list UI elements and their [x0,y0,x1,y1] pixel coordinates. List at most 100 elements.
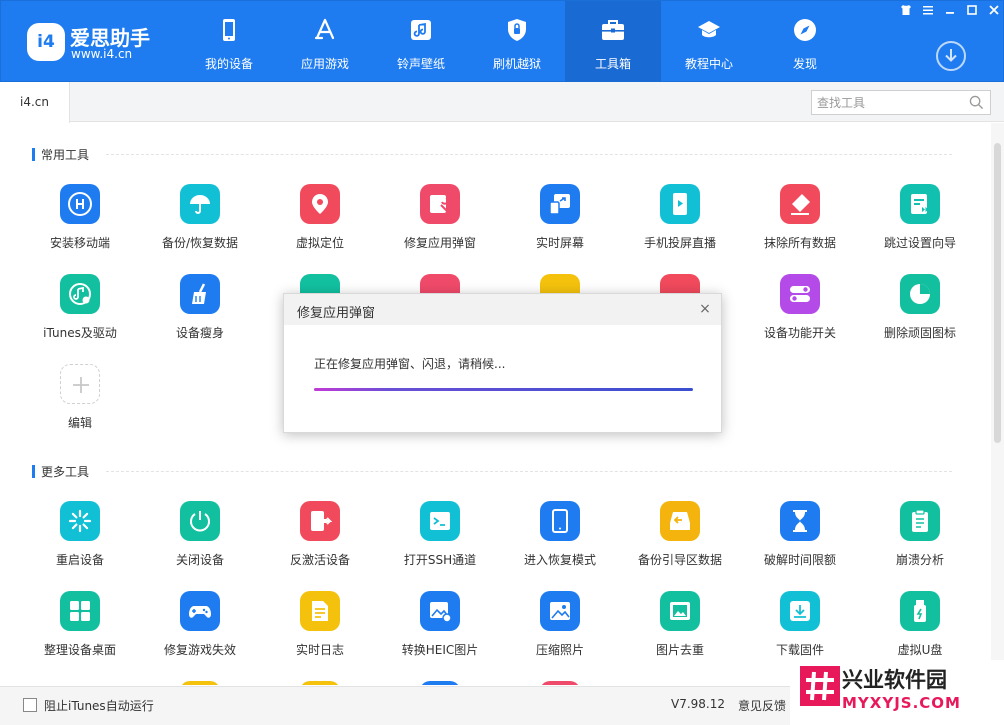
top-bar: i4 爱思助手 www.i4.cn 我的设备 应用游戏 铃声壁纸 刷机越狱 工具… [0,0,1004,83]
tablet-icon [540,501,580,541]
screen-mirror-icon [540,184,580,224]
partial-tool-icon [300,681,340,685]
tool-device-slim[interactable]: 设备瘦身 [140,274,260,354]
minimize-icon[interactable] [941,4,959,18]
shield-icon [508,19,526,41]
tool-label: 删除顽固图标 [883,326,956,340]
tool-crack-time-limit[interactable]: 破解时间限额 [740,501,860,581]
tool-deactivate-device[interactable]: 反激活设备 [260,501,380,581]
feedback-link[interactable]: 意见反馈 [738,697,786,714]
watermark: 兴业软件园 MYXYJS.COM [790,660,1004,725]
location-pin-icon [300,184,340,224]
tool-backup-boot-sector[interactable]: 备份引导区数据 [620,501,740,581]
tool-compress-photos[interactable]: 压缩照片 [500,591,620,671]
tool-edit[interactable]: 编辑 [20,364,140,444]
tool-backup-restore[interactable]: 备份/恢复数据 [140,184,260,264]
tool-erase-all-data[interactable]: 抹除所有数据 [740,184,860,264]
tool-restart-device[interactable]: 重启设备 [20,501,140,581]
window-controls [897,4,1003,18]
tool-delete-stubborn-icons[interactable]: 删除顽固图标 [860,274,980,354]
nav-toolbox[interactable]: 工具箱 [565,1,661,83]
document-icon [300,591,340,631]
wrench-icon [420,184,460,224]
close-icon[interactable]: × [698,302,712,316]
pie-icon [900,274,940,314]
tool-fix-app-popup[interactable]: 修复应用弹窗 [380,184,500,264]
nav-my-device[interactable]: 我的设备 [181,1,277,83]
dialog-header: 修复应用弹窗 × [284,294,721,325]
nav-label: 应用游戏 [300,57,349,71]
umbrella-icon [180,184,220,224]
tool-open-ssh[interactable]: 打开SSH通道 [380,501,500,581]
maximize-icon[interactable] [963,4,981,18]
download-box-icon [780,591,820,631]
tool-label: 图片去重 [655,643,704,657]
terminal-icon [420,501,460,541]
tab-i4cn[interactable]: i4.cn [0,82,70,123]
block-itunes-label[interactable]: 阻止iTunes自动运行 [44,697,154,714]
tool-phone-cast-live[interactable]: 手机投屏直播 [620,184,740,264]
close-icon[interactable] [985,4,1003,18]
nav-apps-games[interactable]: 应用游戏 [277,1,373,83]
tool-live-log[interactable]: 实时日志 [260,591,380,671]
app-store-icon [314,18,335,40]
gamepad-icon [180,591,220,631]
tool-skip-setup-wizard[interactable]: 跳过设置向导 [860,184,980,264]
power-icon [180,501,220,541]
tool-organize-desktop[interactable]: 整理设备桌面 [20,591,140,671]
nav-label: 教程中心 [684,57,733,71]
list-icon[interactable] [919,4,937,18]
tool-label: 设备瘦身 [175,326,224,340]
tool-fix-game[interactable]: 修复游戏失效 [140,591,260,671]
partial-tool-icon [180,681,220,685]
tool-feature-toggles[interactable]: 设备功能开关 [740,274,860,354]
section-divider [106,154,952,155]
tool-itunes-drivers[interactable]: iTunes及驱动 [20,274,140,354]
tool-label: 修复应用弹窗 [403,236,476,250]
tool-shutdown-device[interactable]: 关闭设备 [140,501,260,581]
tool-label: 进入恢复模式 [523,553,596,567]
tool-virtual-location[interactable]: 虚拟定位 [260,184,380,264]
restart-icon [60,501,100,541]
nav-ringtones-wallpapers[interactable]: 铃声壁纸 [373,1,469,83]
scrollbar[interactable] [991,123,1004,685]
progress-fill [314,388,693,391]
download-arrow-icon [945,49,957,62]
tool-crash-analysis[interactable]: 崩溃分析 [860,501,980,581]
nav-label: 刷机越狱 [492,57,541,71]
music-note-icon [411,20,431,40]
tool-download-firmware[interactable]: 下载固件 [740,591,860,671]
tool-image-dedupe[interactable]: 图片去重 [620,591,740,671]
scroll-thumb[interactable] [994,143,1001,443]
search-input[interactable] [812,91,962,114]
tool-label: 重启设备 [55,553,104,567]
tool-recovery-mode[interactable]: 进入恢复模式 [500,501,620,581]
toolbox-icon [602,20,624,40]
watermark-title: 兴业软件园 [842,668,947,692]
tool-install-mobile[interactable]: 安装移动端 [20,184,140,264]
tool-live-screen[interactable]: 实时屏幕 [500,184,620,264]
nav-flash-jailbreak[interactable]: 刷机越狱 [469,1,565,83]
tool-convert-heic[interactable]: 转换HEIC图片 [380,591,500,671]
tool-label: 实时日志 [295,643,344,657]
grid-icon [60,591,100,631]
tool-label: 实时屏幕 [535,236,584,250]
download-button[interactable] [936,41,966,71]
block-itunes-checkbox[interactable] [23,698,37,712]
drive-backup-icon [660,501,700,541]
tool-label: 下载固件 [775,643,824,657]
section-divider [106,471,952,472]
nav-tutorials[interactable]: 教程中心 [661,1,757,83]
tool-label: 备份/恢复数据 [161,236,239,250]
tool-label: 压缩照片 [535,643,584,657]
nav-discover[interactable]: 发现 [757,1,853,83]
nav-label: 工具箱 [594,57,631,71]
search-icon[interactable] [969,95,984,110]
tool-virtual-usb[interactable]: 虚拟U盘 [860,591,980,671]
partial-tool-icon [540,681,580,685]
tool-label: 破解时间限额 [763,553,836,567]
compass-icon [794,19,816,41]
watermark-url: MYXYJS.COM [842,694,961,712]
app-logo[interactable]: i4 爱思助手 www.i4.cn [27,19,157,67]
shirt-icon[interactable] [897,4,915,18]
